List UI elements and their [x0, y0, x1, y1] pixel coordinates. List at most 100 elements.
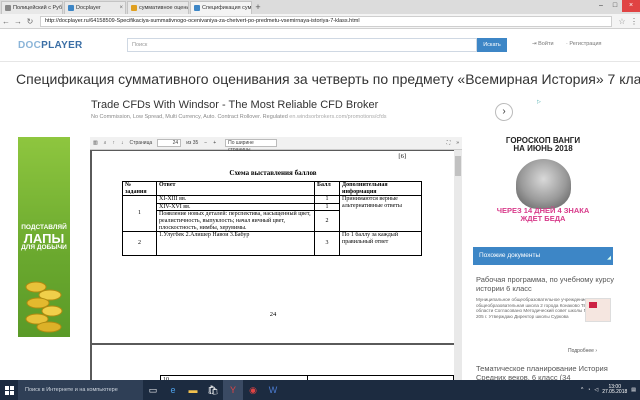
task-view-icon[interactable]: ▭	[143, 380, 163, 400]
scrollbar-thumb[interactable]	[455, 156, 461, 176]
volume-icon[interactable]: ◁	[594, 387, 598, 393]
similar-doc-title[interactable]: Рабочая программа, по учебному курсу ист…	[476, 275, 616, 293]
schema-title: Схема выставления баллов	[229, 169, 317, 177]
page-bracket-number: [6]	[398, 153, 406, 160]
window-controls: – □ ×	[594, 0, 640, 12]
register-label: Регистрация	[569, 41, 602, 47]
new-tab-button[interactable]: +	[252, 2, 264, 14]
chevron-right-icon: ›	[595, 348, 597, 354]
taskbar-search-input[interactable]: Поиск в Интернете и на компьютере	[18, 380, 143, 400]
pdf-viewer: ▥ ⌕ ↑ ↓ Страница 24 из 35 − + По ширине …	[90, 137, 462, 400]
windows-logo-icon	[4, 385, 14, 395]
login-label: Войти	[538, 41, 554, 47]
table-row: 1 XI-XIII вв. 1 Принимаются верные альте…	[122, 195, 422, 233]
clock-date: 27.05.2018	[602, 389, 628, 395]
pdf-scrollbar[interactable]	[454, 150, 462, 400]
answer-cell: XI-XIII вв.	[156, 195, 315, 204]
right-ad-bottom-line2: ЖДЕТ БЕДА	[520, 213, 566, 223]
header-answer: Ответ	[156, 180, 315, 197]
zoom-in-icon[interactable]: +	[210, 140, 219, 146]
start-button[interactable]	[0, 380, 18, 400]
answer-cell: 1.Улугбек 2.Алишер Навои 3.Бабур	[156, 231, 315, 257]
header-additional-info: Дополнительная информация	[339, 180, 422, 197]
yandex-browser-icon[interactable]: Y	[223, 380, 243, 400]
tab-label: Docplayer	[76, 5, 101, 11]
site-header: DOCPLAYER Поиск Искать ⇥ Войти · Регистр…	[0, 30, 640, 62]
ad-next-arrow-icon[interactable]: ›	[495, 103, 513, 121]
edge-icon[interactable]: e	[163, 380, 183, 400]
zoom-out-icon[interactable]: −	[201, 140, 210, 146]
tab-label: Спецификация суммати	[202, 5, 252, 11]
right-ad-bottom: ЧЕРЕЗ 14 ДНЕЙ 4 ЗНАКА ЖДЕТ БЕДА	[473, 207, 613, 223]
left-side-ad[interactable]: ПОДСТАВЛЯЙ ЛАПЫ ДЛЯ ДОБЫЧИ	[18, 137, 70, 337]
notifications-icon[interactable]: ▤	[631, 387, 636, 393]
browser-tab-bar: Полицейский с Рублевки× Docplayer × сумма…	[0, 0, 640, 14]
fullscreen-icon[interactable]: ⛶	[444, 140, 454, 146]
tab-favicon-icon	[194, 5, 200, 11]
page-number-input[interactable]: 24	[157, 139, 182, 147]
zoom-select[interactable]: По ширине страницы	[225, 139, 278, 153]
maximize-icon[interactable]: □	[608, 0, 622, 12]
similar-doc-thumbnail[interactable]	[585, 298, 611, 322]
close-window-icon[interactable]: ×	[622, 0, 640, 12]
pdf-toolbar: ▥ ⌕ ↑ ↓ Страница 24 из 35 − + По ширине …	[90, 137, 462, 153]
ad-title[interactable]: Trade CFDs With Windsor - The Most Relia…	[91, 99, 541, 111]
ad-choices-icon[interactable]: ▷	[537, 99, 541, 105]
header-score: Балл	[314, 180, 340, 197]
browser-tab[interactable]: суммативное оценивани×	[127, 1, 189, 14]
prev-page-icon[interactable]: ↑	[110, 140, 119, 146]
ad-subtitle: No Commission, Low Spread, Multi Currenc…	[91, 114, 541, 120]
more-link[interactable]: Подробнее ›	[568, 348, 597, 354]
gold-coins-image	[25, 281, 63, 333]
more-tools-icon[interactable]: »	[453, 140, 462, 146]
logo-part-light: DOC	[18, 40, 42, 51]
reload-icon[interactable]: ↻	[24, 17, 36, 26]
similar-docs-heading: Похожие документы ◢	[473, 247, 613, 265]
answer-cell: XIV-XVI вв.	[156, 202, 315, 212]
browser-tab-active[interactable]: Спецификация суммати×	[190, 1, 252, 14]
tab-close-icon[interactable]: ×	[119, 2, 123, 14]
login-link[interactable]: ⇥ Войти	[532, 41, 554, 47]
register-link[interactable]: · Регистрация	[566, 41, 602, 47]
app-icon[interactable]: ◉	[243, 380, 263, 400]
bookmark-star-icon[interactable]: ☆	[616, 17, 628, 26]
minimize-icon[interactable]: –	[594, 0, 608, 12]
browser-menu-icon[interactable]: ⋮	[628, 17, 640, 26]
right-ad-title-line2: НА ИЮНЬ 2018	[513, 144, 573, 154]
sidebar-toggle-icon[interactable]: ▥	[90, 140, 101, 146]
more-link-label: Подробнее	[568, 348, 594, 354]
url-field[interactable]: http://docplayer.ru/64158509-Specifikaci…	[40, 15, 612, 27]
portrait-image	[516, 159, 571, 209]
back-icon[interactable]: ←	[0, 17, 12, 26]
tab-label: суммативное оценивани	[139, 5, 188, 11]
store-icon[interactable]: 🛍	[203, 380, 223, 400]
ad-subtitle-text: No Commission, Low Spread, Multi Currenc…	[91, 114, 288, 120]
top-ad-banner[interactable]: Trade CFDs With Windsor - The Most Relia…	[91, 99, 541, 127]
corner-fold-icon: ◢	[607, 255, 611, 261]
file-explorer-icon[interactable]: ▬	[183, 380, 203, 400]
browser-tab[interactable]: Docplayer ×	[64, 1, 126, 14]
tab-favicon-icon	[68, 5, 74, 11]
score-cell: 3	[314, 231, 340, 257]
forward-icon[interactable]: →	[12, 17, 24, 26]
search-icon[interactable]: ⌕	[101, 140, 110, 146]
page-footer-number: 24	[269, 311, 277, 318]
site-search-button[interactable]: Искать	[477, 38, 507, 52]
site-search-input[interactable]: Поиск	[127, 38, 477, 52]
docplayer-logo[interactable]: DOCPLAYER	[18, 40, 83, 51]
ad-source: en.windsorbrokers.com/promotions/cfds	[289, 114, 387, 120]
table-header-row: № задания Ответ Балл Дополнительная инфо…	[122, 180, 422, 197]
browser-tab[interactable]: Полицейский с Рублевки×	[1, 1, 63, 14]
right-side-ad[interactable]: ГОРОСКОП ВАНГИ НА ИЮНЬ 2018 ЧЕРЕЗ 14 ДНЕ…	[473, 137, 613, 232]
score-cell: 2	[314, 210, 340, 233]
clock[interactable]: 13:00 27.05.2018	[602, 384, 628, 396]
scoring-table: № задания Ответ Балл Дополнительная инфо…	[122, 180, 422, 257]
right-ad-title: ГОРОСКОП ВАНГИ НА ИЮНЬ 2018	[473, 137, 613, 154]
next-page-icon[interactable]: ↓	[118, 140, 127, 146]
network-icon[interactable]: ◔	[587, 387, 590, 393]
word-icon[interactable]: W	[263, 380, 283, 400]
task-number: 1	[122, 195, 157, 233]
tray-arrow-icon[interactable]: ^	[581, 387, 583, 393]
pdf-page: [6] Схема выставления баллов № задания О…	[92, 151, 454, 343]
score-cell: 1	[314, 195, 340, 204]
